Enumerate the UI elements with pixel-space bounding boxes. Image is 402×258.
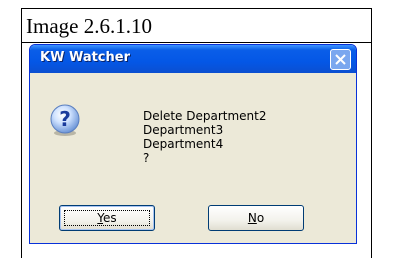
close-button[interactable] xyxy=(330,49,351,70)
title-bar[interactable]: KW Watcher xyxy=(30,45,356,73)
image-caption: Image 2.6.1.10 xyxy=(26,14,152,38)
svg-text:?: ? xyxy=(59,107,71,131)
message-line: Department3 xyxy=(143,123,224,137)
dialog-title: KW Watcher xyxy=(40,50,130,65)
yes-button[interactable]: Yes xyxy=(59,205,155,231)
message-dialog: KW Watcher ? Delete Department2 Departme… xyxy=(29,44,357,244)
focus-rect xyxy=(64,210,150,226)
close-icon xyxy=(335,54,346,65)
message-line: Delete Department2 xyxy=(143,109,267,123)
frame-border-top xyxy=(21,8,372,9)
message-line: Department4 xyxy=(143,137,224,151)
dialog-message: Delete Department2 Department3 Departmen… xyxy=(143,109,267,165)
frame-divider xyxy=(21,42,372,43)
no-button[interactable]: No xyxy=(208,205,304,231)
no-button-label: No xyxy=(247,211,265,225)
question-icon: ? xyxy=(50,104,80,136)
frame-border-left xyxy=(21,8,22,258)
frame-border-right xyxy=(371,8,372,258)
message-line: ? xyxy=(143,151,150,165)
